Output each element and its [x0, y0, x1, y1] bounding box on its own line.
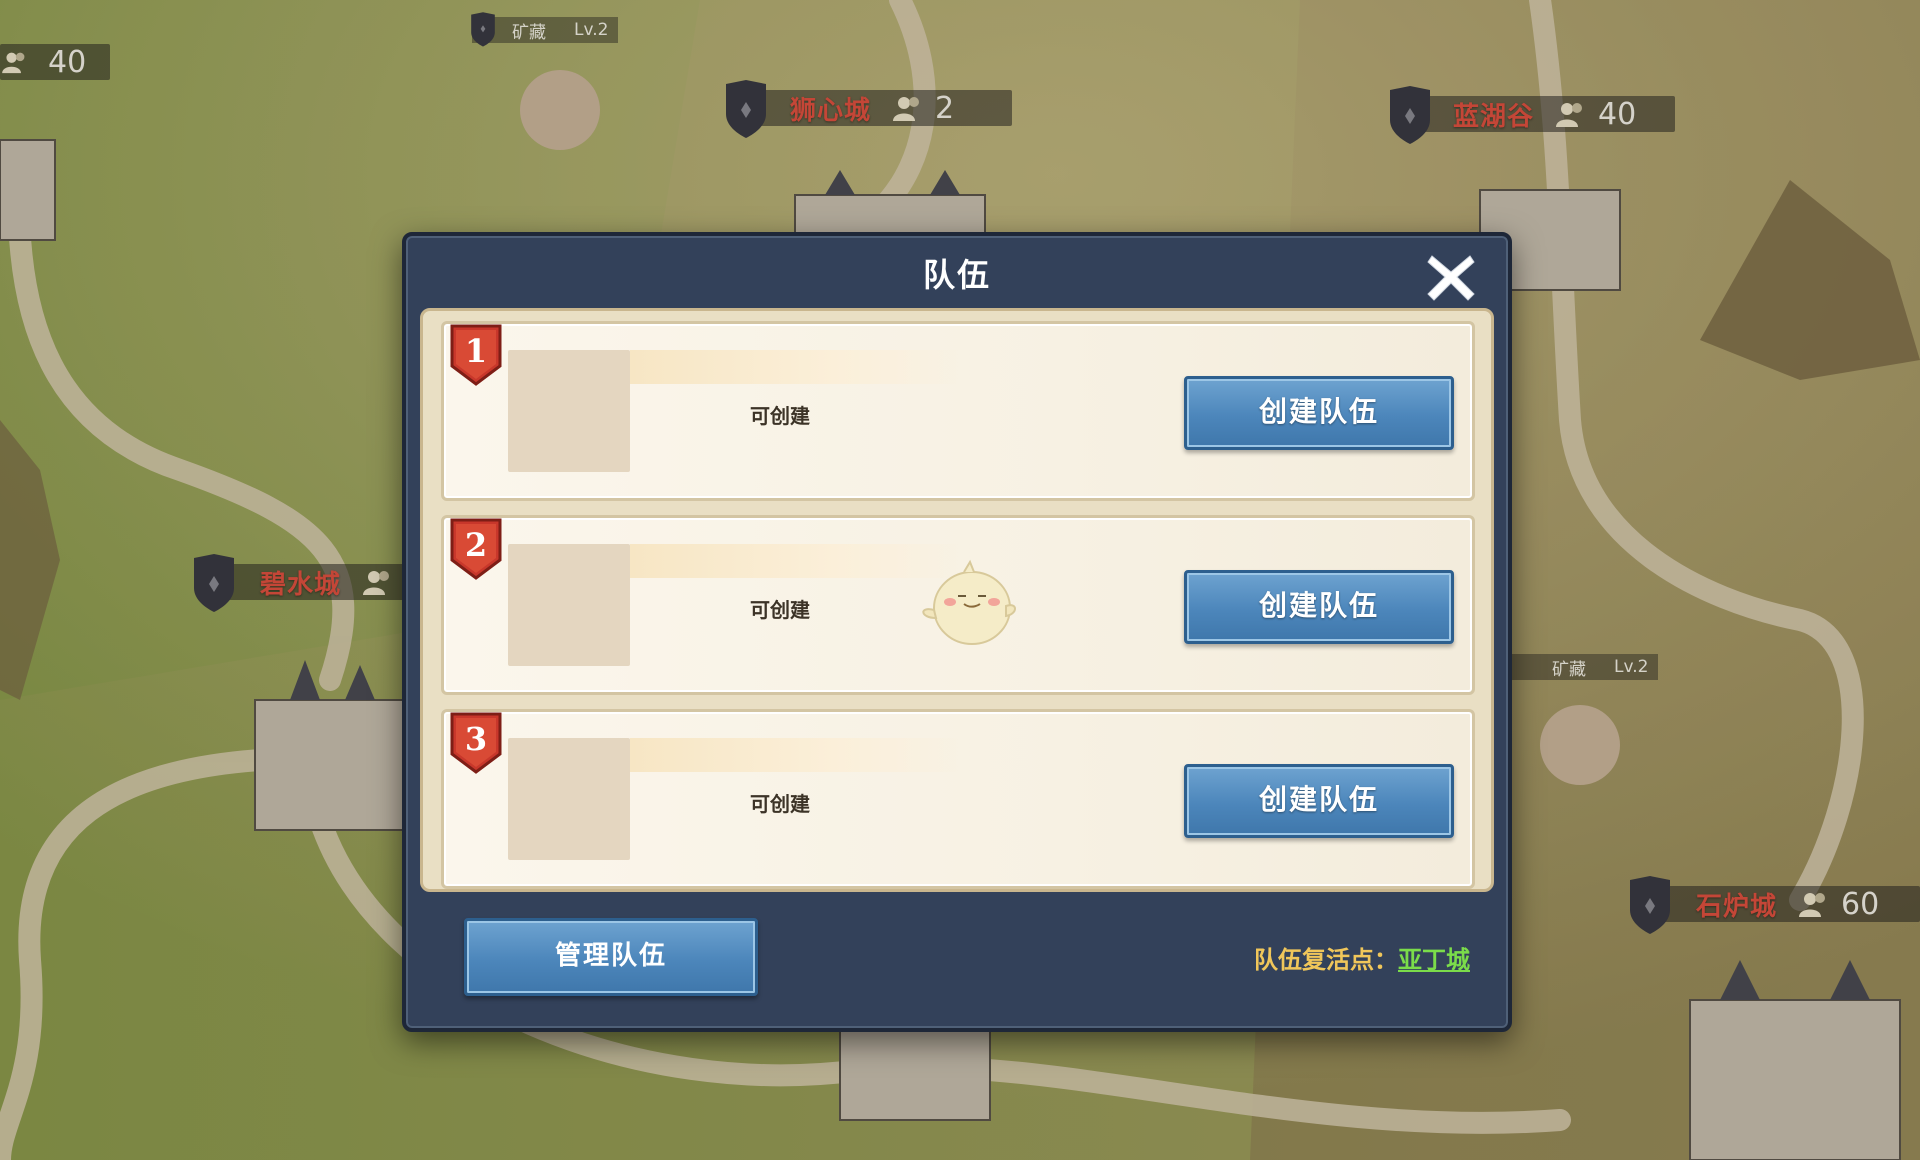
- respawn-city-link[interactable]: 亚丁城: [1398, 946, 1470, 974]
- slot-name-bar: [630, 350, 970, 384]
- create-team-button[interactable]: 创建队伍: [1184, 376, 1454, 450]
- team-modal: 队伍 1 可创建 创建队伍 2 可创建 创建队伍 3 可创建 创建队伍 管理队伍…: [402, 232, 1512, 1032]
- team-slot[interactable]: 3 可创建 创建队伍: [441, 709, 1475, 889]
- slot-name-bar: [630, 738, 970, 772]
- slot-status: 可创建: [750, 404, 810, 428]
- modal-title: 队伍: [922, 256, 991, 294]
- create-team-button[interactable]: 创建队伍: [1184, 764, 1454, 838]
- team-slot[interactable]: 2 可创建 创建队伍: [441, 515, 1475, 695]
- create-team-button[interactable]: 创建队伍: [1184, 570, 1454, 644]
- chick-mascot-icon: [922, 559, 1016, 645]
- respawn-point: 队伍复活点：亚丁城: [1254, 940, 1470, 975]
- slot-status: 可创建: [750, 598, 810, 622]
- close-icon[interactable]: [1424, 250, 1478, 304]
- team-slot-list: 1 可创建 创建队伍 2 可创建 创建队伍 3 可创建 创建队伍: [420, 308, 1494, 892]
- slot-number: 3: [465, 720, 487, 758]
- number-badge-icon: 1: [450, 324, 502, 386]
- manage-team-button[interactable]: 管理队伍: [464, 918, 758, 996]
- empty-portrait: [508, 738, 630, 860]
- slot-number: 2: [465, 526, 487, 564]
- number-badge-icon: 2: [450, 518, 502, 580]
- slot-number: 1: [465, 332, 487, 370]
- number-badge-icon: 3: [450, 712, 502, 774]
- empty-portrait: [508, 544, 630, 666]
- team-slot[interactable]: 1 可创建 创建队伍: [441, 321, 1475, 501]
- empty-portrait: [508, 350, 630, 472]
- slot-status: 可创建: [750, 792, 810, 816]
- respawn-label: 队伍复活点：: [1254, 946, 1398, 974]
